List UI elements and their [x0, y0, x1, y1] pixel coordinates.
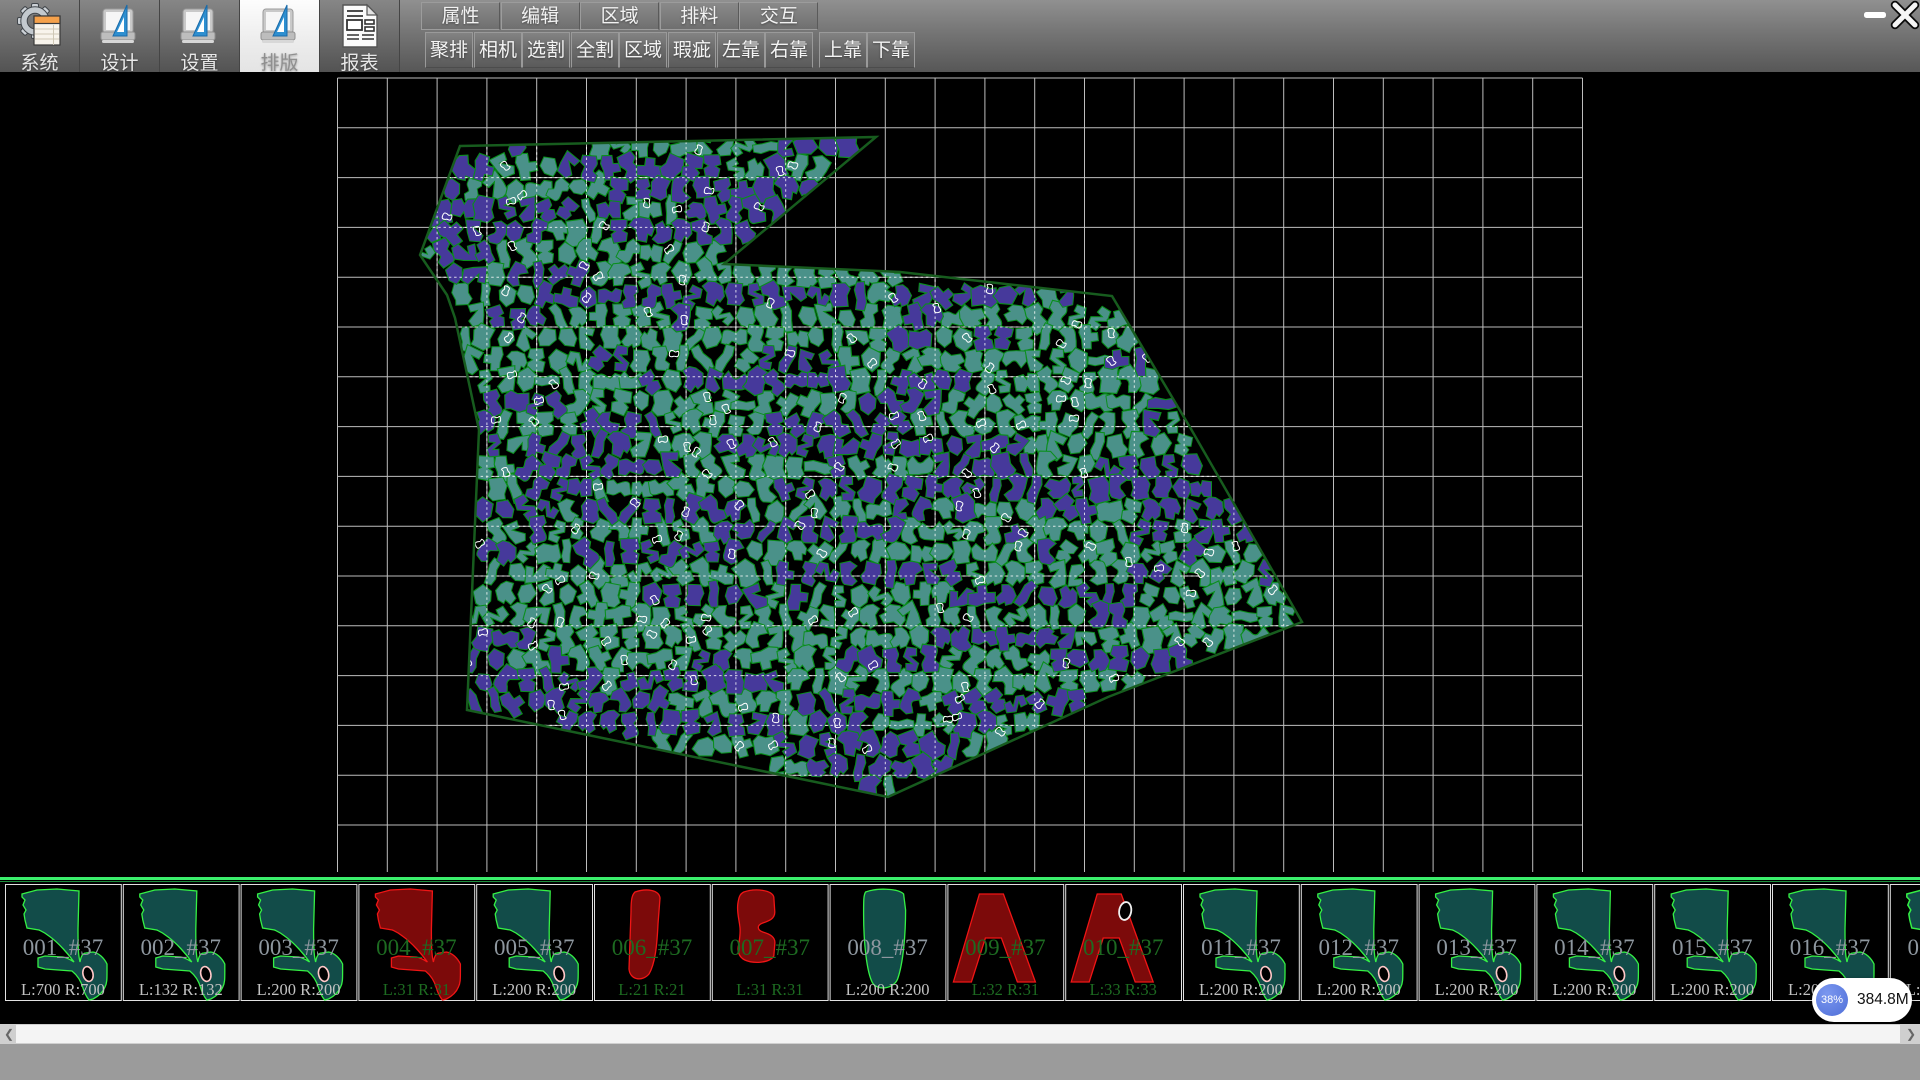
svg-text:014_#37: 014_#37 [1554, 935, 1635, 960]
svg-text:L:200 R:200: L:200 R:200 [492, 980, 576, 999]
svg-text:L:132 R:132: L:132 R:132 [139, 980, 223, 999]
svg-text:L:200 R:200: L:200 R:200 [1670, 980, 1754, 999]
svg-text:010_#37: 010_#37 [1083, 935, 1164, 960]
svg-text:L:32 R:31: L:32 R:31 [972, 980, 1039, 999]
svg-text:001_#37: 001_#37 [23, 935, 104, 960]
svg-text:008_#37: 008_#37 [847, 935, 928, 960]
svg-text:L:200 R:200: L:200 R:200 [1552, 980, 1636, 999]
svg-text:L:200 R:200: L:200 R:200 [846, 980, 930, 999]
svg-text:015_#37: 015_#37 [1672, 935, 1753, 960]
svg-text:004_#37: 004_#37 [376, 935, 457, 960]
svg-text:006_#37: 006_#37 [612, 935, 693, 960]
svg-text:011_#37: 011_#37 [1201, 935, 1281, 960]
svg-text:L:31 R:31: L:31 R:31 [383, 980, 450, 999]
svg-text:L:700 R:700: L:700 R:700 [21, 980, 105, 999]
svg-text:L:200 R:200: L:200 R:200 [257, 980, 341, 999]
svg-text:L:200 R:200: L:200 R:200 [1435, 980, 1519, 999]
svg-text:002_#37: 002_#37 [141, 935, 222, 960]
svg-text:L:200 R:200: L:200 R:200 [1199, 980, 1283, 999]
svg-text:003_#37: 003_#37 [258, 935, 339, 960]
svg-text:L:33 R:33: L:33 R:33 [1090, 980, 1157, 999]
svg-text:L:200 R:200: L:200 R:200 [1317, 980, 1401, 999]
svg-text:013_#37: 013_#37 [1436, 935, 1517, 960]
svg-text:017_#37: 017_#37 [1908, 935, 1920, 960]
svg-text:009_#37: 009_#37 [965, 935, 1046, 960]
svg-text:016_#37: 016_#37 [1790, 935, 1871, 960]
svg-text:012_#37: 012_#37 [1319, 935, 1400, 960]
svg-text:007_#37: 007_#37 [730, 935, 811, 960]
svg-text:L:31 R:31: L:31 R:31 [736, 980, 803, 999]
svg-text:005_#37: 005_#37 [494, 935, 575, 960]
svg-text:L:21 R:21: L:21 R:21 [618, 980, 685, 999]
